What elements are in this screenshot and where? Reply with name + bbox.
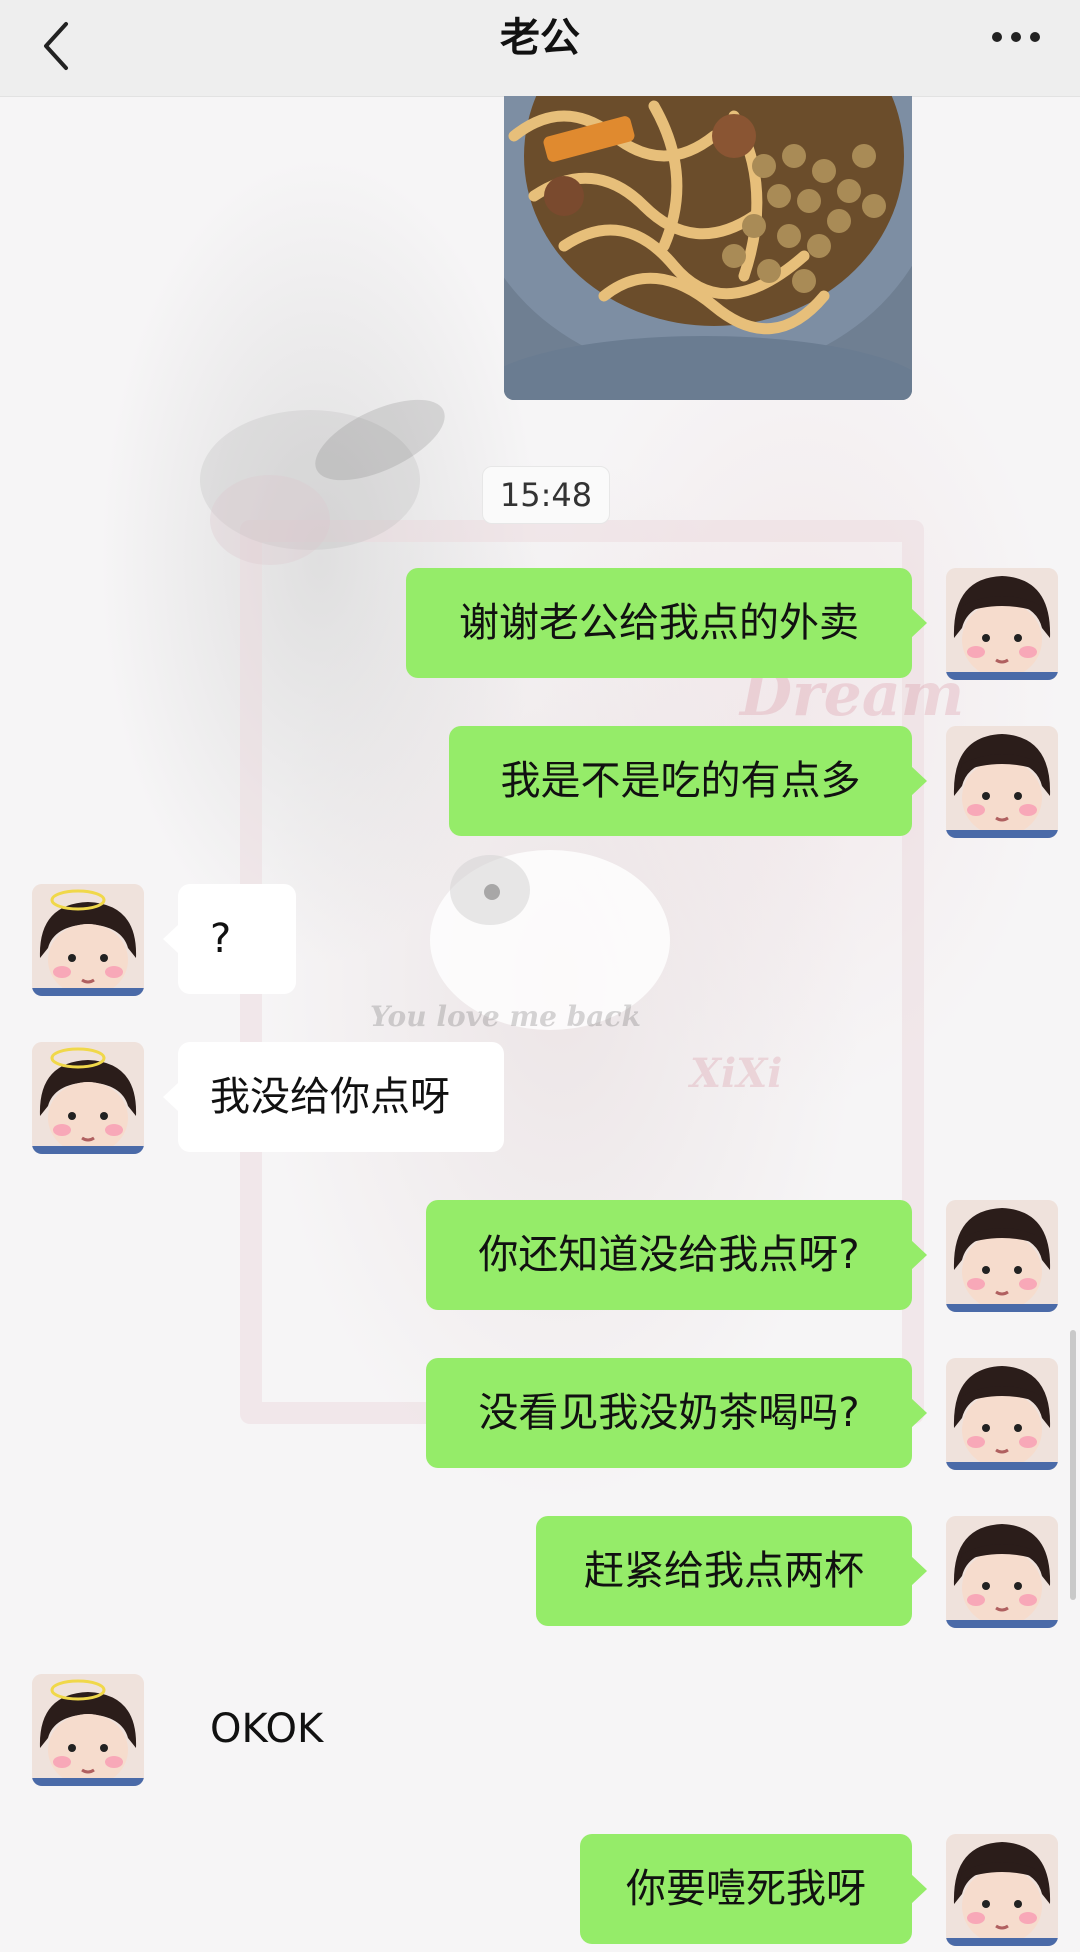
- my-avatar[interactable]: [946, 568, 1058, 680]
- toddler-halo-avatar-icon: [32, 884, 144, 996]
- food-photo-message[interactable]: [504, 96, 912, 400]
- message-timestamp: 15:48: [482, 466, 610, 524]
- my-avatar[interactable]: [946, 1200, 1058, 1312]
- toddler-avatar-icon: [946, 1834, 1058, 1946]
- wallpaper-word-script: You love me back: [370, 1000, 641, 1033]
- toddler-halo-avatar-icon: [32, 1042, 144, 1154]
- toddler-avatar-icon: [946, 1516, 1058, 1628]
- outgoing-message[interactable]: 我是不是吃的有点多: [449, 726, 927, 836]
- outgoing-message[interactable]: 你还知道没给我点呀?: [426, 1200, 927, 1310]
- incoming-message[interactable]: OKOK: [178, 1674, 398, 1784]
- my-avatar[interactable]: [946, 1516, 1058, 1628]
- my-avatar[interactable]: [946, 1834, 1058, 1946]
- contact-avatar[interactable]: [32, 1674, 144, 1786]
- scrollbar[interactable]: [1070, 1330, 1076, 1600]
- toddler-avatar-icon: [946, 1358, 1058, 1470]
- my-avatar[interactable]: [946, 1358, 1058, 1470]
- outgoing-message[interactable]: 你要噎死我呀: [580, 1834, 927, 1944]
- chat-title: 老公: [500, 15, 580, 61]
- incoming-message[interactable]: 我没给你点呀: [163, 1042, 504, 1152]
- outgoing-message[interactable]: 没看见我没奶茶喝吗?: [426, 1358, 927, 1468]
- toddler-avatar-icon: [946, 1200, 1058, 1312]
- contact-avatar[interactable]: [32, 884, 144, 996]
- toddler-halo-avatar-icon: [32, 1674, 144, 1786]
- incoming-message[interactable]: ?: [163, 884, 296, 994]
- toddler-avatar-icon: [946, 568, 1058, 680]
- contact-avatar[interactable]: [32, 1042, 144, 1154]
- wallpaper-word-xixi: XiXi: [690, 1050, 783, 1097]
- chat-header: 老公: [0, 0, 1080, 97]
- more-button[interactable]: [984, 16, 1048, 56]
- outgoing-message[interactable]: 赶紧给我点两杯: [536, 1516, 927, 1626]
- outgoing-message[interactable]: 谢谢老公给我点的外卖: [406, 568, 927, 678]
- noodle-bowl-image: [504, 96, 912, 400]
- my-avatar[interactable]: [946, 726, 1058, 838]
- toddler-avatar-icon: [946, 726, 1058, 838]
